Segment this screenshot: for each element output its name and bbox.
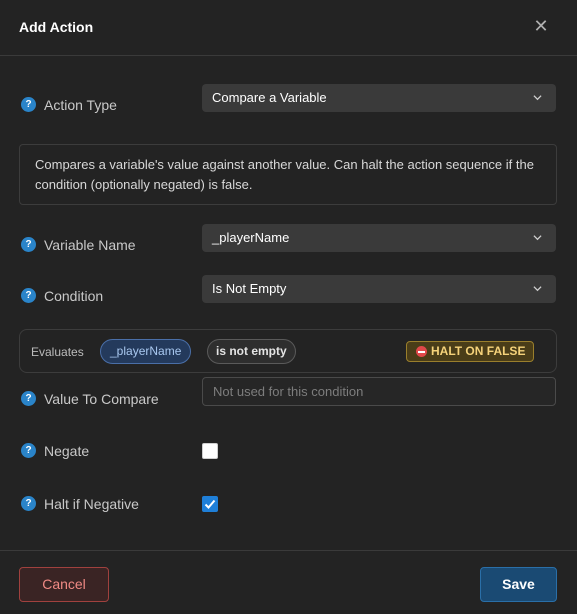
help-icon[interactable]: ? [21,97,36,112]
help-icon[interactable]: ? [21,496,36,511]
halt-if-negative-label: Halt if Negative [44,496,139,512]
action-type-value: Compare a Variable [212,90,327,105]
cancel-button[interactable]: Cancel [19,567,109,602]
add-action-dialog: Add Action ✕ ? Action Type Compare a Var… [0,0,577,614]
variable-name-value: _playerName [212,230,290,245]
close-icon[interactable]: ✕ [531,14,551,38]
variable-name-row: ? Variable Name _playerName [0,224,577,264]
chevron-down-icon [533,286,542,292]
evaluation-summary: Evaluates _playerName is not empty HALT … [19,329,557,373]
dialog-header: Add Action ✕ [0,0,577,56]
check-icon [204,499,216,509]
save-button[interactable]: Save [480,567,557,602]
action-type-row: ? Action Type Compare a Variable [0,84,577,124]
action-description: Compares a variable's value against anot… [19,144,557,205]
action-type-label: Action Type [44,97,117,113]
action-type-select[interactable]: Compare a Variable [202,84,556,112]
variable-pill: _playerName [100,339,192,364]
condition-value: Is Not Empty [212,281,287,296]
value-to-compare-label: Value To Compare [44,391,159,407]
variable-name-label: Variable Name [44,237,136,253]
dialog-title: Add Action [19,19,94,35]
help-icon[interactable]: ? [21,237,36,252]
help-icon[interactable]: ? [21,391,36,406]
halt-if-negative-row: ? Halt if Negative [0,490,577,520]
value-to-compare-input[interactable] [202,377,556,406]
negate-label: Negate [44,443,90,459]
halt-if-negative-checkbox[interactable] [202,496,218,512]
evaluates-label: Evaluates [31,345,84,359]
condition-label: Condition [44,288,104,304]
halt-badge-label: HALT ON FALSE [431,344,526,358]
chevron-down-icon [533,95,542,101]
help-icon[interactable]: ? [21,443,36,458]
condition-pill: is not empty [207,339,296,364]
halt-badge: HALT ON FALSE [406,341,535,362]
condition-row: ? Condition Is Not Empty [0,275,577,315]
dialog-footer: Cancel Save [0,550,577,614]
variable-name-select[interactable]: _playerName [202,224,556,252]
negate-row: ? Negate [0,437,577,467]
help-icon[interactable]: ? [21,288,36,303]
stop-icon [416,346,427,357]
chevron-down-icon [533,235,542,241]
condition-select[interactable]: Is Not Empty [202,275,556,303]
negate-checkbox[interactable] [202,443,218,459]
